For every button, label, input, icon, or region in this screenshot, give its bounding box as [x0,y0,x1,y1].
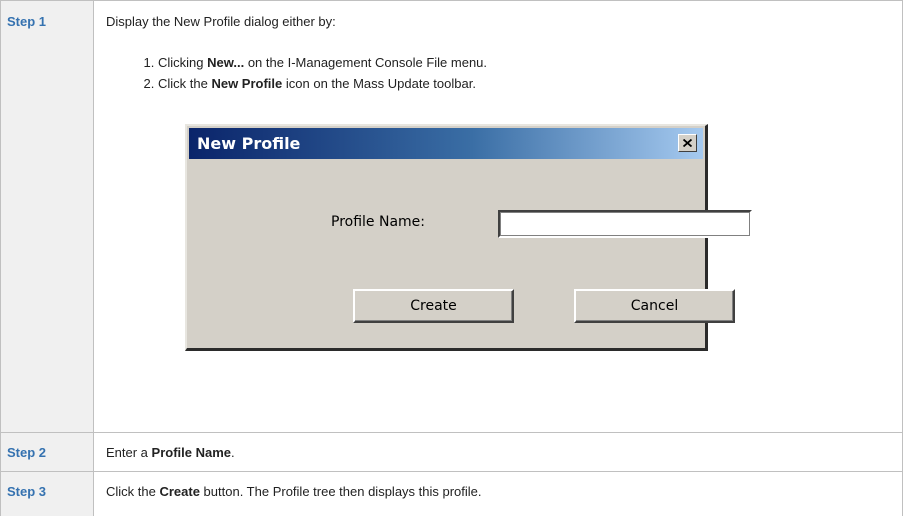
step-3-text-before: Click the [106,484,160,499]
step-1-intro: Display the New Profile dialog either by… [106,14,336,29]
dialog-title: New Profile [197,134,301,153]
close-button[interactable] [678,134,697,152]
option-2-text-after: icon on the Mass Update toolbar. [282,76,476,91]
step-label-3: Step 3 [7,484,47,499]
step-2-text-after: . [231,445,235,460]
step-cell-2: Step 2 [0,433,93,472]
step-cell-3: Step 3 [0,472,93,516]
step-content-3: Click the Create button. The Profile tre… [93,472,903,516]
create-button[interactable]: Create [353,289,514,323]
step-row-2: Step 2 Enter a Profile Name. [0,433,903,472]
step-row-1: Step 1 Display the New Profile dialog ei… [0,0,903,433]
option-2-text-before: Click the [158,76,212,91]
option-1-text-before: Clicking [158,55,208,70]
step-2-bold: Profile Name [151,445,232,460]
dialog-titlebar: New Profile [189,128,703,159]
step-label-2: Step 2 [7,445,47,460]
step-label-1: Step 1 [7,14,47,29]
option-1: Clicking New... on the I-Management Cons… [158,56,487,70]
step-cell-1: Step 1 [0,0,93,433]
option-2-bold: New Profile [211,76,283,91]
step-2-text: Enter a Profile Name. [106,445,235,460]
option-1-text-after: on the I-Management Console File menu. [244,55,488,70]
option-1-bold: New... [207,55,245,70]
step-row-3: Step 3 Click the Create button. The Prof… [0,472,903,516]
cancel-button[interactable]: Cancel [574,289,735,323]
profile-name-label: Profile Name: [331,214,426,230]
step-content-1: Display the New Profile dialog either by… [93,0,903,433]
close-icon [683,139,692,147]
step-content-2: Enter a Profile Name. [93,433,903,472]
step-3-text-after: button. The Profile tree then displays t… [199,484,482,499]
step-3-text: Click the Create button. The Profile tre… [106,484,482,499]
step-1-options: Clicking New... on the I-Management Cons… [140,56,487,98]
step-3-bold: Create [159,484,200,499]
new-profile-dialog-screenshot: New Profile Profile Name: Create Cancel [185,124,752,351]
step-2-text-before: Enter a [106,445,152,460]
option-2: Click the New Profile icon on the Mass U… [158,77,487,91]
profile-name-input[interactable] [498,210,752,238]
